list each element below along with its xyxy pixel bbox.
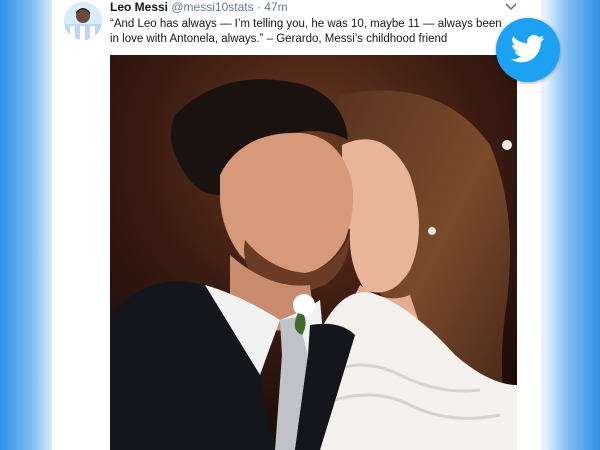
author-handle[interactable]: @messi10stats	[171, 0, 253, 14]
twitter-bird-icon	[496, 18, 560, 82]
chevron-down-icon[interactable]	[504, 0, 518, 12]
tweet-card: Leo Messi @messi10stats · 47m “And Leo h…	[52, 0, 541, 450]
tweet-timestamp[interactable]: 47m	[264, 0, 287, 14]
tweet-header: Leo Messi @messi10stats · 47m	[110, 0, 288, 14]
author-name[interactable]: Leo Messi	[110, 0, 168, 14]
avatar[interactable]	[64, 2, 102, 40]
meta-separator: ·	[256, 0, 261, 14]
tweet-photo[interactable]	[110, 55, 517, 450]
tweet-text: “And Leo has always — I’m telling you, h…	[110, 18, 502, 45]
avatar-photo	[64, 2, 102, 40]
photo-image	[110, 55, 517, 450]
